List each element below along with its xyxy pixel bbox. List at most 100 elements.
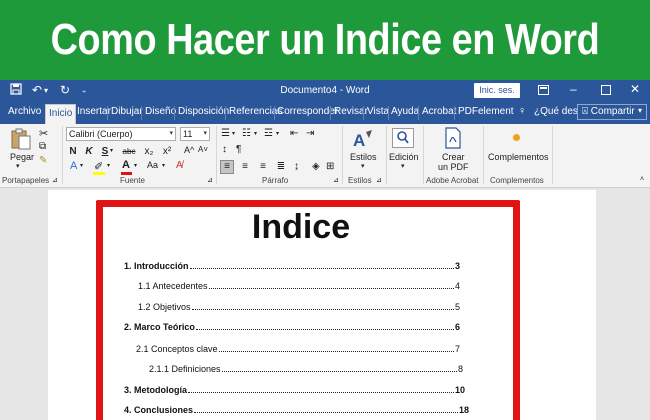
tab-disposicion[interactable]: Disposición	[178, 106, 229, 117]
share-button[interactable]: ⍓ Compartir	[577, 104, 647, 120]
editing-label[interactable]: Edición	[389, 152, 419, 162]
tab-separator	[388, 106, 389, 120]
multilevel-list-icon[interactable]: ☲	[264, 128, 273, 139]
align-right-icon[interactable]: ≡	[256, 160, 270, 174]
superscript-button[interactable]: x²	[160, 145, 174, 159]
create-pdf-label-line1[interactable]: Crear	[442, 152, 465, 162]
tab-separator	[418, 106, 419, 120]
paste-dropdown-icon[interactable]: ▾	[16, 162, 20, 170]
toc-entry[interactable]: 1.1 Antecedentes 4	[138, 281, 460, 294]
pilcrow-icon[interactable]: ¶	[236, 144, 241, 155]
paste-label[interactable]: Pegar	[10, 152, 34, 162]
lightbulb-icon[interactable]: ♀	[518, 105, 526, 117]
close-icon[interactable]: ✕	[630, 82, 640, 96]
font-color-icon[interactable]: A	[122, 159, 130, 171]
line-spacing-icon[interactable]: ↨	[294, 161, 299, 172]
sort-icon[interactable]: ↕	[222, 144, 227, 155]
title-bar: ↶ ▾ ↻ ₌ Documento4 - Word Inic. ses. – ✕	[0, 80, 650, 102]
tab-separator	[274, 106, 275, 120]
tab-dibujar[interactable]: Dibujar	[111, 106, 143, 117]
tab-ayuda[interactable]: Ayuda	[391, 106, 419, 117]
toc-entry[interactable]: 3. Metodología 10	[124, 385, 465, 398]
styles-label[interactable]: Estilos	[350, 152, 377, 162]
toc-leader	[194, 412, 458, 413]
tab-vista[interactable]: Vista	[367, 106, 389, 117]
shrink-font-button[interactable]: A˅	[198, 145, 208, 154]
align-center-icon[interactable]: ≡	[238, 160, 252, 174]
font-color-swatch	[121, 172, 132, 175]
copy-icon[interactable]: ⧉	[39, 141, 46, 152]
cut-icon[interactable]: ✂	[39, 127, 48, 140]
toc-entry[interactable]: 1.2 Objetivos 5	[138, 302, 460, 315]
paste-icon[interactable]	[10, 128, 32, 155]
font-launcher-icon[interactable]: ⊿	[207, 176, 213, 184]
tab-acrobat[interactable]: Acrobat	[422, 106, 456, 117]
sign-in-button[interactable]: Inic. ses.	[474, 83, 520, 98]
toc-entry[interactable]: 4. Conclusiones 18	[124, 405, 469, 418]
grow-font-button[interactable]: A^	[184, 145, 194, 155]
toc-leader	[208, 288, 454, 289]
clipboard-launcher-icon[interactable]: ⊿	[52, 176, 58, 184]
toc-entry-label: 2. Marco Teórico	[124, 322, 195, 332]
bullets-dropdown-icon[interactable]: ▾	[232, 130, 235, 137]
toc-entry[interactable]: 2.1 Conceptos clave 7	[136, 344, 460, 357]
group-label-font: Fuente	[120, 176, 145, 185]
toc-entry-label: 4. Conclusiones	[124, 405, 194, 415]
justify-icon[interactable]: ≣	[274, 160, 288, 174]
ribbon-display-icon[interactable]	[538, 84, 549, 98]
group-separator	[62, 126, 63, 184]
toc-entry[interactable]: 2.1.1 Definiciones 8	[149, 364, 463, 377]
tab-archivo[interactable]: Archivo	[8, 106, 41, 117]
font-name-select[interactable]: Calibri (Cuerpo) ▾	[66, 127, 176, 141]
bullets-icon[interactable]: ☰	[221, 128, 230, 139]
shading-icon[interactable]: ◈	[312, 161, 320, 172]
italic-button[interactable]: K	[82, 145, 96, 159]
borders-icon[interactable]: ⊞	[326, 161, 334, 172]
multilevel-dropdown-icon[interactable]: ▾	[276, 130, 279, 137]
collapse-ribbon-icon[interactable]: ˄	[640, 176, 644, 183]
editing-dropdown-icon[interactable]: ▾	[401, 162, 405, 170]
paragraph-launcher-icon[interactable]: ⊿	[333, 176, 339, 184]
underline-dropdown-icon[interactable]: ▾	[110, 147, 113, 154]
tab-pdfelement[interactable]: PDFelement	[458, 106, 514, 117]
search-icon[interactable]	[392, 128, 414, 148]
increase-indent-icon[interactable]: ⇥	[306, 128, 314, 139]
text-effects-dropdown-icon[interactable]: ▾	[80, 162, 83, 169]
ribbon-options-icon[interactable]: ▾	[638, 106, 642, 115]
minimize-icon[interactable]: –	[570, 82, 577, 96]
group-separator	[483, 126, 484, 184]
addins-icon[interactable]	[513, 134, 520, 141]
tab-diseno[interactable]: Diseño	[145, 106, 176, 117]
tell-me-search[interactable]: ¿Qué des	[534, 106, 578, 117]
tab-inicio[interactable]: Inicio	[45, 104, 77, 124]
banner: Como Hacer un Indice en Word	[0, 0, 650, 80]
numbering-dropdown-icon[interactable]: ▾	[254, 130, 257, 137]
font-color-dropdown-icon[interactable]: ▾	[134, 162, 137, 169]
create-pdf-label-line2[interactable]: un PDF	[438, 162, 469, 172]
tab-insertar[interactable]: Insertar	[77, 106, 111, 117]
tab-corresponder[interactable]: Corresponder	[277, 106, 338, 117]
change-case-button[interactable]: Aa	[147, 160, 158, 170]
subscript-button[interactable]: x₂	[142, 145, 156, 159]
clear-formatting-icon[interactable]: A̸	[176, 160, 183, 171]
strikethrough-button[interactable]: abc	[120, 145, 138, 159]
tab-separator	[225, 106, 226, 120]
highlight-dropdown-icon[interactable]: ▾	[107, 162, 110, 169]
toc-entry[interactable]: 2. Marco Teórico 6	[124, 322, 460, 335]
change-case-dropdown-icon[interactable]: ▾	[162, 162, 165, 169]
bold-button[interactable]: N	[66, 145, 80, 159]
styles-dropdown-icon[interactable]: ▾	[361, 162, 365, 170]
toc-entry[interactable]: 1. Introducción 3	[124, 261, 460, 274]
numbering-icon[interactable]: ☷	[242, 128, 251, 139]
create-pdf-icon[interactable]	[443, 127, 463, 154]
font-size-select[interactable]: 11 ▾	[180, 127, 210, 141]
format-painter-icon[interactable]: ✎	[39, 155, 47, 166]
styles-launcher-icon[interactable]: ⊿	[376, 176, 382, 184]
text-effects-icon[interactable]: A	[70, 160, 77, 172]
styles-icon[interactable]: A	[352, 128, 374, 155]
maximize-icon[interactable]	[601, 84, 611, 98]
tab-separator	[454, 106, 455, 120]
align-left-icon[interactable]: ≡	[220, 160, 234, 174]
decrease-indent-icon[interactable]: ⇤	[290, 128, 298, 139]
addins-label[interactable]: Complementos	[488, 152, 549, 162]
